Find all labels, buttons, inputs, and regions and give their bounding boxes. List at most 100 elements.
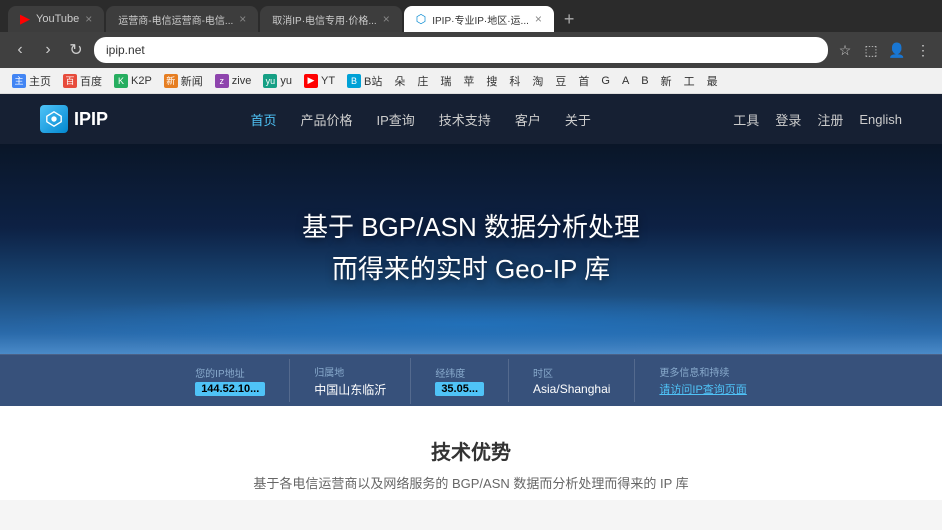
bookmark-zui[interactable]: 最 bbox=[703, 71, 722, 91]
location-value: 中国山东临沂 bbox=[314, 381, 386, 398]
bookmark-apple[interactable]: 苹 bbox=[459, 71, 478, 91]
timezone-value: Asia/Shanghai bbox=[533, 382, 610, 396]
ip-bar: 您的IP地址 144.52.10... 归属地 中国山东临沂 经纬度 35.05… bbox=[0, 354, 942, 406]
tab-2[interactable]: 取消IP·电信专用·价格... × bbox=[260, 6, 401, 32]
tab-1[interactable]: 运营商-电信运营商-电信... × bbox=[106, 6, 258, 32]
tab-ipip[interactable]: ⬡ IPIP·专业IP·地区·运... × bbox=[404, 6, 554, 32]
bookmark-xin[interactable]: 新 bbox=[657, 71, 676, 91]
nav-support[interactable]: 技术支持 bbox=[439, 110, 491, 129]
toolbar-icons: ☆ ⬚ 👤 ⋮ bbox=[834, 39, 934, 61]
nav-pricing[interactable]: 产品价格 bbox=[300, 110, 352, 129]
nav-register[interactable]: 注册 bbox=[817, 110, 843, 129]
bookmark-favicon-news: 新 bbox=[164, 74, 178, 88]
ipip-logo: IPIP bbox=[40, 105, 108, 133]
nav-home[interactable]: 首页 bbox=[250, 110, 276, 129]
ip-highlight: 144.52.10... bbox=[195, 382, 265, 396]
nav-about[interactable]: 关于 bbox=[565, 110, 591, 129]
nav-ip-query[interactable]: IP查询 bbox=[377, 110, 415, 129]
ipip-nav: IPIP 首页 产品价格 IP查询 技术支持 客户 关于 工具 登录 注册 En… bbox=[0, 94, 942, 144]
nav-links: 首页 产品价格 IP查询 技术支持 客户 关于 bbox=[250, 110, 590, 129]
nav-clients[interactable]: 客户 bbox=[515, 110, 541, 129]
nav-tools[interactable]: 工具 bbox=[733, 110, 759, 129]
tab-close-2-icon[interactable]: × bbox=[383, 12, 390, 26]
bookmark-k2p[interactable]: KK2P bbox=[110, 72, 156, 90]
hero-section: 基于 BGP/ASN 数据分析处理 而得来的实时 Geo-IP 库 bbox=[0, 144, 942, 354]
coordinates-value: 35.05... bbox=[435, 382, 484, 396]
more-info-label: 更多信息和持续 bbox=[659, 364, 729, 379]
reload-button[interactable]: ↻ bbox=[64, 38, 88, 62]
coord-highlight: 35.05... bbox=[435, 382, 484, 396]
hero-title: 基于 BGP/ASN 数据分析处理 而得来的实时 Geo-IP 库 bbox=[302, 207, 640, 290]
tab-close-1-icon[interactable]: × bbox=[239, 12, 246, 26]
back-button[interactable]: ‹ bbox=[8, 38, 32, 62]
bookmark-favicon-zive: z bbox=[215, 74, 229, 88]
bookmark-gong[interactable]: 工 bbox=[680, 71, 699, 91]
timezone-field: 时区 Asia/Shanghai bbox=[509, 359, 635, 402]
tab-label-ipip: IPIP·专业IP·地区·运... bbox=[432, 12, 529, 27]
coordinates-label: 经纬度 bbox=[435, 365, 465, 380]
bookmark-b[interactable]: B bbox=[637, 73, 652, 89]
ip-address-value: 144.52.10... bbox=[195, 382, 265, 396]
tab-label: YouTube bbox=[36, 13, 79, 25]
bookmark-zive[interactable]: zzive bbox=[211, 72, 256, 90]
bookmark-favicon-yt: ▶ bbox=[304, 74, 318, 88]
bookmark-yt[interactable]: ▶YT bbox=[300, 72, 339, 90]
nav-buttons: ‹ › ↻ bbox=[8, 38, 88, 62]
browser-frame: ▶ YouTube × 运营商-电信运营商-电信... × 取消IP·电信专用·… bbox=[0, 0, 942, 94]
nav-login[interactable]: 登录 bbox=[775, 110, 801, 129]
address-bar-row: ‹ › ↻ ☆ ⬚ 👤 ⋮ bbox=[0, 32, 942, 68]
tab-favicon-ipip: ⬡ bbox=[416, 12, 426, 26]
account-icon[interactable]: 👤 bbox=[886, 39, 908, 61]
tech-section: 技术优势 基于各电信运营商以及网络服务的 BGP/ASN 数据而分析处理而得来的… bbox=[0, 406, 942, 500]
nav-english[interactable]: English bbox=[859, 112, 902, 127]
tab-close-ipip-icon[interactable]: × bbox=[535, 12, 542, 26]
bookmark-home[interactable]: 主主页 bbox=[8, 71, 55, 91]
tab-label-1: 运营商-电信运营商-电信... bbox=[118, 12, 233, 27]
bookmark-5[interactable]: 庄 bbox=[413, 71, 432, 91]
tab-youtube[interactable]: ▶ YouTube × bbox=[8, 6, 104, 32]
ip-query-link[interactable]: 请访问IP查询页面 bbox=[659, 381, 746, 397]
bookmark-favicon-bilibili: B bbox=[347, 74, 361, 88]
bookmark-baidu[interactable]: 百百度 bbox=[59, 71, 106, 91]
bookmark-dou[interactable]: 豆 bbox=[551, 71, 570, 91]
logo-text: IPIP bbox=[74, 109, 108, 130]
location-field: 归属地 中国山东临沂 bbox=[290, 358, 411, 404]
menu-icon[interactable]: ⋮ bbox=[912, 39, 934, 61]
new-tab-button[interactable]: + bbox=[556, 9, 583, 30]
bookmark-rui[interactable]: 瑞 bbox=[436, 71, 455, 91]
bookmark-taobao[interactable]: 淘 bbox=[528, 71, 547, 91]
ip-address-field: 您的IP地址 144.52.10... bbox=[171, 359, 290, 402]
bookmark-4[interactable]: 朵 bbox=[390, 71, 409, 91]
bookmark-favicon-yu: yu bbox=[263, 74, 277, 88]
hero-title-line2: 而得来的实时 Geo-IP 库 bbox=[302, 249, 640, 291]
bookmark-sou[interactable]: 搜 bbox=[482, 71, 501, 91]
location-label: 归属地 bbox=[314, 364, 344, 379]
extensions-icon[interactable]: ⬚ bbox=[860, 39, 882, 61]
ip-address-label: 您的IP地址 bbox=[195, 365, 244, 380]
tab-label-2: 取消IP·电信专用·价格... bbox=[272, 12, 376, 27]
hero-title-line1: 基于 BGP/ASN 数据分析处理 bbox=[302, 207, 640, 249]
bookmark-ke[interactable]: 科 bbox=[505, 71, 524, 91]
bookmark-g[interactable]: G bbox=[597, 73, 614, 89]
bookmark-bilibili[interactable]: BB站 bbox=[343, 71, 386, 91]
bookmarks-bar: 主主页 百百度 KK2P 新新闻 zzive yuyu ▶YT BB站 朵 庄 … bbox=[0, 68, 942, 94]
tab-bar: ▶ YouTube × 运营商-电信运营商-电信... × 取消IP·电信专用·… bbox=[0, 0, 942, 32]
bookmark-a[interactable]: A bbox=[618, 73, 633, 89]
address-input[interactable] bbox=[94, 37, 828, 63]
nav-right: 工具 登录 注册 English bbox=[733, 110, 902, 129]
bookmark-favicon-k2p: K bbox=[114, 74, 128, 88]
more-info-field: 更多信息和持续 请访问IP查询页面 bbox=[635, 358, 770, 403]
bookmark-shou[interactable]: 首 bbox=[574, 71, 593, 91]
tab-favicon: ▶ bbox=[20, 11, 30, 27]
tab-close-icon[interactable]: × bbox=[85, 12, 92, 26]
bookmark-favicon-home: 主 bbox=[12, 74, 26, 88]
bookmark-news[interactable]: 新新闻 bbox=[160, 71, 207, 91]
forward-button[interactable]: › bbox=[36, 38, 60, 62]
timezone-label: 时区 bbox=[533, 365, 553, 380]
bookmark-icon[interactable]: ☆ bbox=[834, 39, 856, 61]
more-info-value: 请访问IP查询页面 bbox=[659, 381, 746, 397]
bookmark-favicon-baidu: 百 bbox=[63, 74, 77, 88]
website-content: IPIP 首页 产品价格 IP查询 技术支持 客户 关于 工具 登录 注册 En… bbox=[0, 94, 942, 500]
coordinates-field: 经纬度 35.05... bbox=[411, 359, 509, 402]
bookmark-yu[interactable]: yuyu bbox=[259, 72, 296, 90]
